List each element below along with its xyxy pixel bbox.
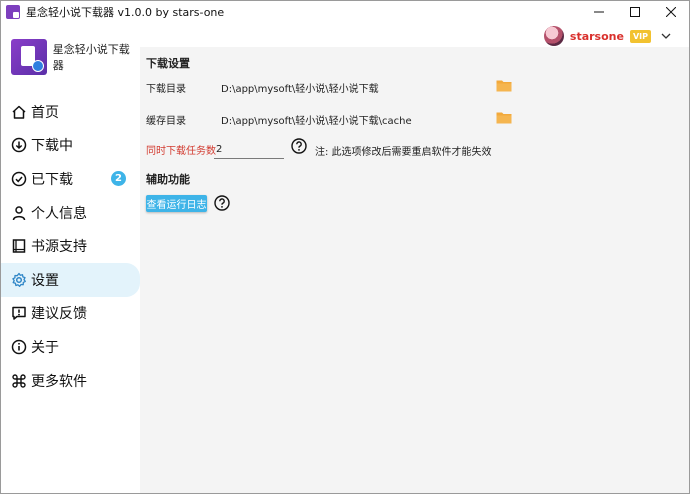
- sidebar-item-feedback[interactable]: 建议反馈: [1, 297, 140, 331]
- sidebar-item-label: 建议反馈: [31, 306, 87, 323]
- sidebar-item-settings[interactable]: 设置: [1, 262, 140, 297]
- app-window: 星念轻小说下载器 v1.0.0 by stars-one starsone VI…: [0, 0, 690, 494]
- maximize-button[interactable]: [617, 1, 653, 23]
- app-branding: 星念轻小说下载器: [11, 39, 140, 75]
- close-icon: [666, 7, 676, 17]
- feedback-icon: [12, 307, 26, 321]
- maximize-icon: [630, 7, 640, 17]
- user-icon: [12, 205, 26, 220]
- sidebar-item-home[interactable]: 首页: [1, 95, 140, 129]
- sidebar-item-label: 下载中: [31, 138, 73, 155]
- sidebar-item-sources[interactable]: 书源支持: [1, 229, 140, 263]
- help-icon[interactable]: [291, 138, 307, 154]
- window-title: 星念轻小说下载器 v1.0.0 by stars-one: [26, 6, 225, 19]
- sidebar-item-downloading[interactable]: 下载中: [1, 129, 140, 163]
- sidebar: 星念轻小说下载器 首页 下载中 已下载 2 个人信息 书源支持 设置 建议反馈 …: [1, 23, 140, 493]
- app-logo: [11, 39, 47, 75]
- sidebar-item-downloaded[interactable]: 已下载 2: [1, 162, 140, 196]
- vip-badge: VIP: [629, 29, 651, 43]
- sidebar-item-label: 已下载: [31, 171, 73, 188]
- concurrent-tasks-label: 同时下载任务数: [146, 146, 216, 157]
- view-log-button[interactable]: 查看运行日志: [146, 195, 207, 212]
- window-controls: [581, 1, 689, 23]
- count-badge: 2: [111, 171, 126, 187]
- close-button[interactable]: [653, 1, 689, 23]
- check-circle-icon: [11, 171, 27, 187]
- sidebar-item-label: 关于: [31, 339, 59, 356]
- sidebar-item-more-software[interactable]: 更多软件: [1, 364, 140, 398]
- download-dir-value: D:\app\mysoft\轻小说\轻小说下载: [221, 84, 379, 95]
- restart-note: 注: 此选项修改后需要重启软件才能失效: [315, 147, 492, 158]
- sidebar-item-label: 更多软件: [31, 373, 87, 390]
- sidebar-item-label: 设置: [31, 272, 59, 289]
- title-bar[interactable]: 星念轻小说下载器 v1.0.0 by stars-one: [1, 1, 689, 23]
- download-dir-label: 下载目录: [146, 84, 186, 95]
- sidebar-item-about[interactable]: 关于: [1, 330, 140, 364]
- settings-panel: 下载设置 下载目录 D:\app\mysoft\轻小说\轻小说下载 缓存目录 D…: [140, 47, 689, 493]
- folder-icon[interactable]: [496, 79, 512, 92]
- user-menu[interactable]: starsone VIP: [543, 25, 671, 47]
- section-title-download: 下载设置: [146, 57, 190, 70]
- sidebar-item-profile[interactable]: 个人信息: [1, 196, 140, 230]
- minimize-button[interactable]: [581, 1, 617, 23]
- download-icon: [11, 138, 27, 153]
- avatar[interactable]: [543, 26, 564, 46]
- concurrent-tasks-input[interactable]: [214, 140, 284, 159]
- gear-icon: [12, 272, 26, 287]
- chevron-down-icon[interactable]: [661, 31, 671, 41]
- sidebar-item-label: 书源支持: [31, 239, 87, 256]
- sidebar-nav: 首页 下载中 已下载 2 个人信息 书源支持 设置 建议反馈 关于 更多软件: [1, 95, 140, 397]
- cache-dir-value: D:\app\mysoft\轻小说\轻小说下载\cache: [221, 116, 412, 127]
- command-icon: [12, 373, 26, 388]
- book-icon: [12, 239, 26, 253]
- sidebar-item-label: 首页: [31, 104, 59, 121]
- help-icon[interactable]: [214, 195, 230, 211]
- app-name: 星念轻小说下载器: [52, 43, 130, 72]
- section-title-aux: 辅助功能: [146, 173, 190, 186]
- username: starsone: [569, 29, 624, 43]
- minimize-icon: [594, 11, 604, 13]
- app-icon: [6, 5, 20, 19]
- cache-dir-label: 缓存目录: [146, 116, 186, 127]
- home-icon: [12, 105, 26, 119]
- sidebar-item-label: 个人信息: [31, 205, 87, 222]
- folder-icon[interactable]: [496, 111, 512, 124]
- info-icon: [11, 339, 27, 355]
